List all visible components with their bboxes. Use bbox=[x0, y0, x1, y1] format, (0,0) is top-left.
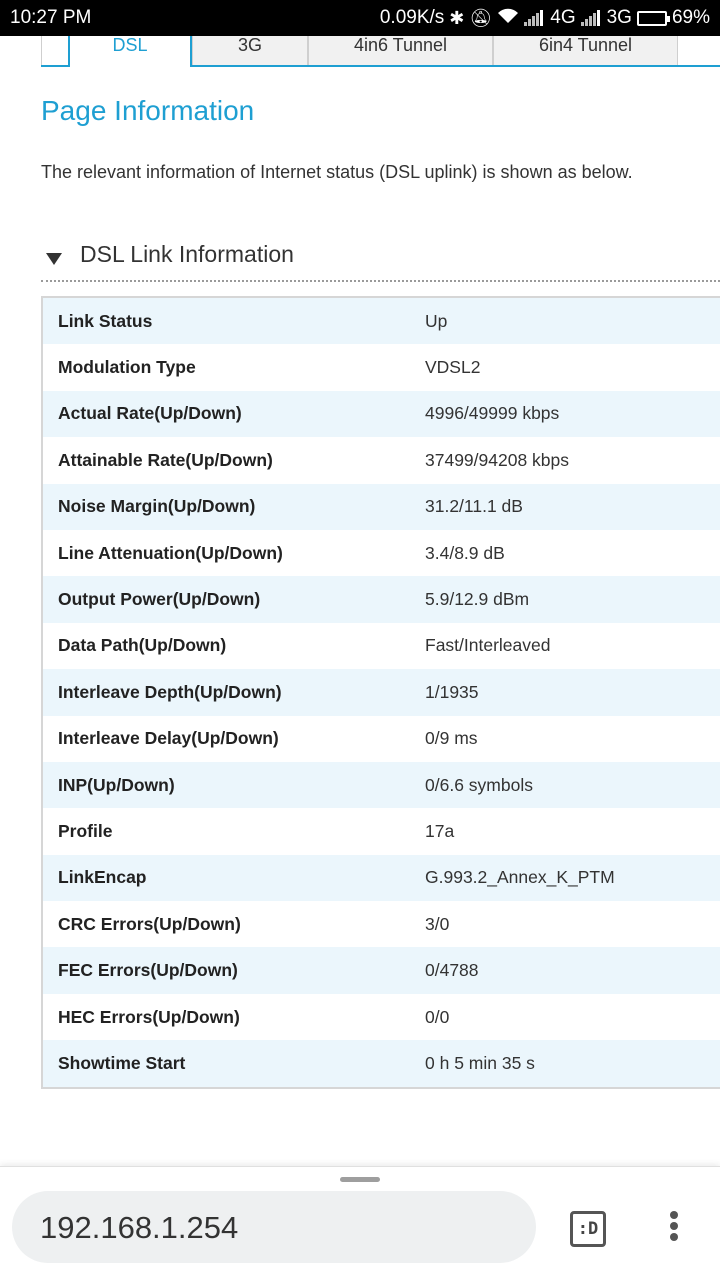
table-row: Link Status Up bbox=[43, 298, 720, 345]
table-row: INP(Up/Down) 0/6.6 symbols bbox=[43, 761, 720, 809]
browser-bottom-bar: 192.168.1.254 :D bbox=[0, 1166, 720, 1280]
row-label: Profile bbox=[58, 820, 113, 841]
row-value: 0/0 bbox=[425, 1006, 450, 1027]
table-row: LinkEncap G.993.2_Annex_K_PTM bbox=[43, 854, 720, 902]
table-row: Showtime Start 0 h 5 min 35 s bbox=[43, 1040, 720, 1087]
signal-icon bbox=[524, 10, 544, 26]
tab-dsl[interactable]: DSL bbox=[68, 36, 192, 69]
row-label: HEC Errors(Up/Down) bbox=[58, 1006, 240, 1027]
row-label: Showtime Start bbox=[58, 1052, 186, 1073]
row-value: 31.2/11.1 dB bbox=[425, 496, 523, 517]
table-row: Data Path(Up/Down) Fast/Interleaved bbox=[43, 622, 720, 670]
signal-icon-2 bbox=[580, 10, 600, 26]
row-label: Line Attenuation(Up/Down) bbox=[58, 542, 283, 563]
battery-percent: 69% bbox=[671, 7, 710, 28]
tab-edge bbox=[41, 36, 42, 67]
section-header[interactable]: DSL Link Information bbox=[41, 240, 720, 282]
row-label: LinkEncap bbox=[58, 867, 147, 888]
row-label: Modulation Type bbox=[58, 357, 196, 378]
row-value: 5.9/12.9 dBm bbox=[425, 589, 530, 610]
drag-handle[interactable] bbox=[340, 1177, 380, 1182]
tab-switcher-button[interactable]: :D bbox=[570, 1211, 606, 1247]
row-value: G.993.2_Annex_K_PTM bbox=[425, 867, 615, 888]
collapse-triangle-icon[interactable] bbox=[46, 253, 62, 265]
tab-4in6-tunnel[interactable]: 4in6 Tunnel bbox=[308, 36, 493, 67]
page-description: The relevant information of Internet sta… bbox=[41, 162, 633, 182]
row-value: 0 h 5 min 35 s bbox=[425, 1052, 535, 1073]
section-title: DSL Link Information bbox=[80, 241, 294, 267]
row-value: 1/1935 bbox=[425, 681, 479, 702]
row-label: FEC Errors(Up/Down) bbox=[58, 960, 238, 981]
status-time: 10:27 PM bbox=[10, 7, 92, 28]
row-value: 0/4788 bbox=[425, 960, 479, 981]
table-row: Interleave Depth(Up/Down) 1/1935 bbox=[43, 669, 720, 716]
row-label: Noise Margin(Up/Down) bbox=[58, 496, 256, 517]
row-label: Interleave Depth(Up/Down) bbox=[58, 681, 282, 702]
tab-6in4-tunnel[interactable]: 6in4 Tunnel bbox=[493, 36, 678, 67]
row-label: CRC Errors(Up/Down) bbox=[58, 913, 241, 934]
row-value: 37499/94208 kbps bbox=[425, 449, 570, 470]
tab-3g[interactable]: 3G bbox=[192, 36, 308, 67]
row-label: Output Power(Up/Down) bbox=[58, 589, 261, 610]
row-label: Attainable Rate(Up/Down) bbox=[58, 449, 273, 470]
battery-icon bbox=[636, 10, 670, 26]
table-row: Modulation Type VDSL2 bbox=[43, 344, 720, 391]
row-value: Up bbox=[425, 310, 448, 331]
row-value: 3/0 bbox=[425, 913, 450, 934]
table-row: HEC Errors(Up/Down) 0/0 bbox=[43, 993, 720, 1041]
status-icons: 0.09K/s ✱ 🔕︎ 4G 3G 69% bbox=[380, 7, 710, 29]
network-speed: 0.09K/s bbox=[379, 7, 445, 28]
table-row: Attainable Rate(Up/Down) 37499/94208 kbps bbox=[43, 437, 720, 484]
table-row: Noise Margin(Up/Down) 31.2/11.1 dB bbox=[43, 483, 720, 530]
row-label: Data Path(Up/Down) bbox=[58, 635, 227, 656]
table-row: Line Attenuation(Up/Down) 3.4/8.9 dB bbox=[43, 529, 720, 577]
dsl-info-table: Link Status Up Modulation Type VDSL2 Actual … bbox=[41, 296, 720, 1089]
table-row: Output Power(Up/Down) 5.9/12.9 dBm bbox=[43, 576, 720, 623]
row-value: 0/9 ms bbox=[425, 728, 478, 749]
tab-bar: DSL 3G 4in6 Tunnel 6in4 Tunnel bbox=[0, 36, 720, 69]
network-type-1: 4G bbox=[550, 7, 576, 28]
row-label: INP(Up/Down) bbox=[58, 774, 175, 795]
more-menu-icon[interactable] bbox=[668, 1211, 680, 1247]
row-value: Fast/Interleaved bbox=[425, 635, 551, 656]
row-value: 17a bbox=[425, 820, 455, 841]
table-row: CRC Errors(Up/Down) 3/0 bbox=[43, 901, 720, 948]
url-bar[interactable]: 192.168.1.254 bbox=[12, 1191, 536, 1263]
bell-muted-icon: 🔕︎ bbox=[469, 7, 493, 28]
table-row: FEC Errors(Up/Down) 0/4788 bbox=[43, 947, 720, 994]
bluetooth-icon: ✱ bbox=[449, 7, 465, 28]
row-value: 4996/49999 kbps bbox=[425, 403, 560, 424]
row-value: 3.4/8.9 dB bbox=[425, 542, 505, 563]
row-value: 0/6.6 symbols bbox=[425, 774, 533, 795]
status-bar: 10:27 PM 0.09K/s ✱ 🔕︎ 4G 3G 69% bbox=[0, 0, 720, 36]
row-label: Actual Rate(Up/Down) bbox=[58, 403, 242, 424]
table-row: Actual Rate(Up/Down) 4996/49999 kbps bbox=[43, 390, 720, 438]
wifi-icon bbox=[497, 8, 519, 29]
url-text: 192.168.1.254 bbox=[40, 1210, 239, 1245]
row-value: VDSL2 bbox=[425, 357, 481, 378]
page-title: Page Information bbox=[41, 95, 255, 126]
table-row: Interleave Delay(Up/Down) 0/9 ms bbox=[43, 715, 720, 762]
row-label: Interleave Delay(Up/Down) bbox=[58, 728, 279, 749]
row-label: Link Status bbox=[58, 310, 153, 331]
network-type-2: 3G bbox=[606, 7, 632, 28]
table-row: Profile 17a bbox=[43, 808, 720, 855]
